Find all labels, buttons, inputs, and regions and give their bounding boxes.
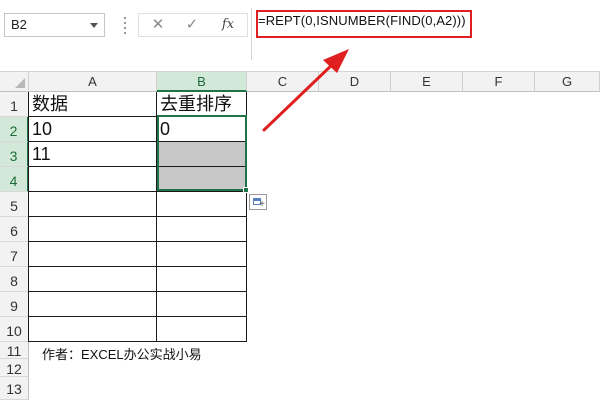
cell-a7[interactable] [29, 242, 157, 267]
row-header-9[interactable]: 9 [0, 292, 29, 317]
fill-handle[interactable] [243, 187, 249, 193]
row-header-12[interactable]: 12 [0, 359, 29, 377]
insert-function-icon[interactable]: fx [213, 14, 243, 36]
formula-bar: B2 ✕ ✓ fx =REPT(0,ISNUMBER(FIND(0,A2))) [0, 0, 600, 72]
cell-a5[interactable] [29, 192, 157, 217]
column-header-c[interactable]: C [247, 72, 319, 92]
row-header-7[interactable]: 7 [0, 242, 29, 267]
row-header-8[interactable]: 8 [0, 267, 29, 292]
row-header-6[interactable]: 6 [0, 217, 29, 242]
formula-highlight-box [256, 10, 472, 38]
drag-handle-icon[interactable] [124, 17, 126, 35]
cell-b8[interactable] [157, 267, 247, 292]
row-header-13[interactable]: 13 [0, 377, 29, 400]
author-note: 作者：EXCEL办公实战小易 [36, 344, 228, 366]
cell-b4[interactable] [157, 167, 247, 192]
column-header-e[interactable]: E [391, 72, 463, 92]
cell-a8[interactable] [29, 267, 157, 292]
cell-b1[interactable]: 去重排序 [157, 92, 247, 117]
quick-analysis-icon[interactable]: + [249, 194, 267, 210]
row-header-1[interactable]: 1 [0, 92, 29, 117]
cell-a3[interactable]: 11 [29, 142, 157, 167]
row-header-5[interactable]: 5 [0, 192, 29, 217]
cell-b9[interactable] [157, 292, 247, 317]
chevron-down-icon[interactable] [90, 23, 98, 28]
column-header-f[interactable]: F [463, 72, 535, 92]
select-all-corner[interactable] [0, 72, 29, 92]
formula-input[interactable]: =REPT(0,ISNUMBER(FIND(0,A2))) [251, 8, 600, 60]
cancel-icon[interactable]: ✕ [143, 14, 173, 36]
cell-a9[interactable] [29, 292, 157, 317]
row-header-10[interactable]: 10 [0, 317, 29, 342]
cell-b7[interactable] [157, 242, 247, 267]
check-icon[interactable]: ✓ [177, 14, 207, 36]
worksheet-grid: A B C D E F G 1 2 3 4 5 6 7 8 9 10 11 12… [0, 72, 600, 400]
column-header-a[interactable]: A [29, 72, 157, 92]
column-header-b[interactable]: B [157, 72, 247, 92]
name-box-value: B2 [11, 17, 27, 32]
column-header-d[interactable]: D [319, 72, 391, 92]
row-header-11[interactable]: 11 [0, 342, 29, 359]
row-header-4[interactable]: 4 [0, 167, 29, 192]
cell-a1[interactable]: 数据 [29, 92, 157, 117]
cell-b5[interactable] [157, 192, 247, 217]
cell-a2[interactable]: 10 [29, 117, 157, 142]
column-header-g[interactable]: G [535, 72, 600, 92]
cell-a4[interactable] [29, 167, 157, 192]
cell-a6[interactable] [29, 217, 157, 242]
row-header-3[interactable]: 3 [0, 142, 29, 167]
cell-b3[interactable] [157, 142, 247, 167]
cell-b6[interactable] [157, 217, 247, 242]
cell-b2[interactable]: 0 [157, 117, 247, 142]
name-box[interactable]: B2 [4, 13, 105, 37]
formula-buttons: ✕ ✓ fx [138, 13, 248, 37]
cell-a10[interactable] [29, 317, 157, 342]
row-header-2[interactable]: 2 [0, 117, 29, 142]
cell-b10[interactable] [157, 317, 247, 342]
